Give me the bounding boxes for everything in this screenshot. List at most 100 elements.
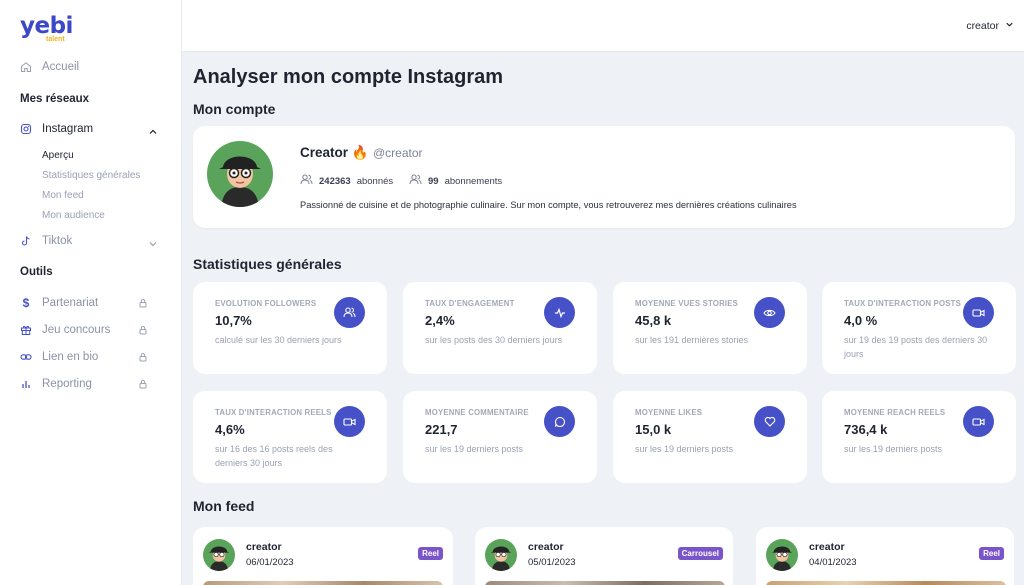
tiktok-icon [20,235,32,247]
sidebar-item-label: Lien en bio [42,351,99,363]
post-type-badge: Carrousel [677,547,723,560]
chevron-down-icon[interactable] [148,236,158,254]
stat-subtext: sur 16 des 16 posts reels des derniers 3… [215,444,333,468]
stat-subtext: sur les 19 derniers posts [635,444,734,454]
video-icon[interactable] [334,406,365,437]
followers-stat: 242363 abonnés [300,174,393,188]
activity-icon[interactable] [544,297,575,328]
stat-card-interaction-posts: TAUX D'INTERACTION POSTS 4,0 % sur 19 de… [822,282,1016,374]
user-menu-label: creator [966,20,999,32]
stat-label: MOYENNE LIKES [635,408,703,417]
feed-username: creator [528,541,564,553]
stat-value: 736,4 k [844,422,888,437]
avatar [207,141,273,207]
stat-value: 221,7 [425,422,458,437]
sidebar-item-instagram[interactable]: Instagram [20,123,93,135]
page-title: Analyser mon compte Instagram [193,66,504,88]
stat-card-evolution-followers: EVOLUTION FOLLOWERS 10,7% calculé sur le… [193,282,387,374]
sidebar-subitem-feed[interactable]: Mon feed [42,190,84,201]
lock-icon [138,298,148,311]
stat-value: 2,4% [425,313,455,328]
avatar [766,539,798,571]
post-thumbnail[interactable] [203,581,443,585]
stat-subtext: sur les 191 dernières stories [635,335,749,345]
stat-value: 4,6% [215,422,245,437]
sidebar-item-label: Jeu concours [42,324,111,336]
heart-icon[interactable] [754,406,785,437]
sidebar-item-label: Partenariat [42,297,99,309]
profile-handle: @creator [373,146,423,160]
sidebar-subitem-audience[interactable]: Mon audience [42,210,105,221]
lock-icon [138,379,148,392]
feed-date: 06/01/2023 [246,557,294,568]
stat-label: TAUX D'INTERACTION POSTS [844,299,961,308]
following-count: 99 [428,175,439,187]
users-icon[interactable] [334,297,365,328]
avatar [203,539,235,571]
section-tools: Outils [20,266,53,278]
stat-card-taux-engagement: TAUX D'ENGAGEMENT 2,4% sur les posts des… [403,282,597,374]
brand-logo[interactable]: yebi talent [20,14,73,43]
sidebar-item-jeu-concours[interactable]: Jeu concours [20,324,147,336]
feed-card[interactable]: creator 05/01/2023 Carrousel [475,527,733,585]
sidebar-item-lien-en-bio[interactable]: Lien en bio [20,351,147,363]
sidebar: yebi talent Accueil Mes réseaux Instagra… [0,0,182,585]
sidebar-item-label: Reporting [42,378,92,390]
post-thumbnail[interactable] [766,581,1006,585]
avatar [485,539,517,571]
post-thumbnail[interactable] [485,581,725,585]
section-title-feed: Mon feed [193,498,255,514]
stat-value: 4,0 % [844,313,878,328]
home-icon [20,61,32,73]
comment-icon[interactable] [544,406,575,437]
sidebar-item-partenariat[interactable]: $ Partenariat [20,296,147,310]
stat-card-interaction-reels: TAUX D'INTERACTION REELS 4,6% sur 16 des… [193,391,387,483]
following-label: abonnements [444,175,503,187]
stat-subtext: sur les 19 derniers posts [844,444,943,454]
stat-label: MOYENNE VUES STORIES [635,299,739,308]
feed-username: creator [809,541,845,553]
sidebar-item-tiktok[interactable]: Tiktok [20,235,72,247]
users-icon [409,174,422,188]
stat-value: 10,7% [215,313,252,328]
lock-icon [138,325,148,338]
user-menu[interactable]: creator [966,20,1014,32]
sidebar-subitem-apercu[interactable]: Aperçu [42,150,74,161]
feed-card[interactable]: creator 04/01/2023 Reel [756,527,1014,585]
post-type-badge: Reel [979,547,1004,560]
stat-label: MOYENNE REACH REELS [844,408,946,417]
eye-icon[interactable] [754,297,785,328]
sidebar-item-home[interactable]: Accueil [20,61,79,73]
stat-card-moyenne-likes: MOYENNE LIKES 15,0 k sur les 19 derniers… [613,391,807,483]
stat-label: MOYENNE COMMENTAIRE [425,408,529,417]
sidebar-item-label: Tiktok [42,235,73,247]
video-icon[interactable] [963,406,994,437]
feed-username: creator [246,541,282,553]
feed-date: 05/01/2023 [528,557,576,568]
gift-icon [20,324,32,336]
sidebar-subitem-statistiques[interactable]: Statistiques générales [42,170,140,181]
bar-chart-icon [20,378,32,390]
sidebar-item-reporting[interactable]: Reporting [20,378,147,390]
stat-card-vues-stories: MOYENNE VUES STORIES 45,8 k sur les 191 … [613,282,807,374]
section-title-account: Mon compte [193,101,276,117]
stat-label: TAUX D'ENGAGEMENT [425,299,515,308]
chevron-up-icon[interactable] [148,124,158,142]
stat-label: EVOLUTION FOLLOWERS [215,299,317,308]
dollar-icon: $ [22,296,30,310]
profile-name: Creator 🔥 [300,145,369,160]
feed-date: 04/01/2023 [809,557,857,568]
stat-subtext: sur 19 des 19 posts des derniers 30 jour… [844,335,988,359]
lock-icon [138,352,148,365]
chevron-down-icon [1005,20,1014,32]
section-networks: Mes réseaux [20,93,90,105]
sidebar-item-label: Accueil [42,61,80,73]
video-icon[interactable] [963,297,994,328]
stat-label: TAUX D'INTERACTION REELS [215,408,332,417]
stat-value: 15,0 k [635,422,672,437]
stat-value: 45,8 k [635,313,672,328]
stat-card-moyenne-commentaire: MOYENNE COMMENTAIRE 221,7 sur les 19 der… [403,391,597,483]
feed-card[interactable]: creator 06/01/2023 Reel [193,527,453,585]
followers-count: 242363 [319,175,351,187]
following-stat: 99 abonnements [409,174,502,188]
